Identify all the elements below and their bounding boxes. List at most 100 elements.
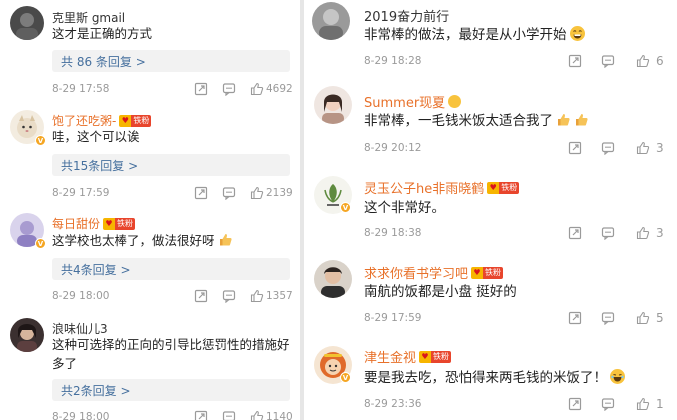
- comment-text-body: 非常棒，一毛钱米饭太适合我了: [364, 113, 553, 129]
- heart-icon: ♥: [103, 217, 116, 230]
- like-icon[interactable]: [250, 186, 264, 200]
- comment-text: 非常棒，一毛钱米饭太适合我了: [364, 112, 669, 131]
- thumbs-up-emoji: [576, 114, 588, 126]
- share-icon[interactable]: [194, 186, 208, 200]
- comment-icon[interactable]: [222, 410, 236, 420]
- like-icon[interactable]: [250, 82, 264, 96]
- comment-meta: 8-29 17:59 2139: [52, 186, 293, 200]
- comment-text: 南航的饭都是小盘 挺好的: [364, 284, 517, 300]
- comment-icon[interactable]: [601, 397, 615, 411]
- comment-meta: 8-29 17:59 5: [364, 311, 669, 325]
- timestamp: 8-29 18:38: [364, 227, 422, 239]
- comment-meta: 8-29 18:28 6: [364, 54, 669, 68]
- username[interactable]: 每日甜份 ♥ 铁粉: [52, 215, 136, 232]
- username[interactable]: 津生金视 ♥ 铁粉: [364, 347, 452, 366]
- comment-text-body: 这学校也太棒了，做法很好呀: [52, 233, 215, 248]
- like-count: 4692: [266, 83, 293, 95]
- avatar[interactable]: [314, 260, 352, 298]
- timestamp: 8-29 18:00: [52, 411, 110, 420]
- view-replies-link[interactable]: 共15条回复 >: [52, 154, 290, 176]
- share-icon[interactable]: [568, 54, 582, 68]
- view-replies-link[interactable]: 共 86 条回复 >: [52, 50, 290, 72]
- grin-emoji: [569, 26, 585, 41]
- comment-meta: 8-29 20:12 3: [364, 141, 669, 155]
- comment-text: 这个非常好。: [364, 200, 445, 216]
- like-count: 3: [656, 141, 664, 155]
- like-count: 1: [656, 397, 664, 411]
- heart-icon: ♥: [471, 266, 484, 279]
- fan-badge: ♥ 铁粉: [119, 114, 152, 127]
- comment-item: 克里斯 gmail 这才是正确的方式 共 86 条回复 > 8-29 17:58…: [0, 0, 300, 100]
- username[interactable]: 2019奋力前行: [364, 6, 449, 25]
- like-count: 3: [656, 226, 664, 240]
- like-icon[interactable]: [250, 410, 264, 420]
- username[interactable]: Summer现夏: [364, 92, 462, 111]
- like-count: 1357: [266, 290, 293, 302]
- comment-text: 这学校也太棒了，做法很好呀: [52, 231, 292, 250]
- share-icon[interactable]: [568, 141, 582, 155]
- comment-item: Summer现夏 非常棒，一毛钱米饭太适合我了 8-29 20:12 3: [304, 80, 677, 168]
- right-comment-column: 2019奋力前行 非常棒的做法，最好是从小学开始 8-29 18:28 6 Su…: [304, 0, 677, 420]
- avatar[interactable]: [10, 6, 44, 40]
- like-icon[interactable]: [636, 54, 650, 68]
- like-icon[interactable]: [636, 226, 650, 240]
- comment-text: 要是我去吃，恐怕得来两毛钱的米饭了！: [364, 369, 677, 388]
- timestamp: 8-29 23:36: [364, 398, 422, 410]
- timestamp: 8-29 17:58: [52, 83, 110, 95]
- smile-emoji: [448, 95, 462, 108]
- comment-text: 非常棒的做法，最好是从小学开始: [364, 26, 669, 45]
- timestamp: 8-29 17:59: [52, 187, 110, 199]
- heart-icon: ♥: [487, 181, 500, 194]
- share-icon[interactable]: [194, 82, 208, 96]
- comment-icon[interactable]: [601, 311, 615, 325]
- like-icon[interactable]: [250, 289, 264, 303]
- comment-item: V 津生金视 ♥ 铁粉 要是我去吃，恐怕得来两毛钱的米饭了！ 8-29 23:36…: [304, 340, 677, 420]
- comment-icon[interactable]: [222, 186, 236, 200]
- comment-text-body: 要是我去吃，恐怕得来两毛钱的米饭了！: [364, 370, 607, 386]
- avatar[interactable]: [312, 2, 350, 40]
- comment-text: 哇，这个可以诶: [52, 129, 140, 144]
- avatar[interactable]: [314, 86, 352, 124]
- username[interactable]: 灵玉公子he非雨晓鹤 ♥ 铁粉: [364, 178, 520, 197]
- comment-item: 2019奋力前行 非常棒的做法，最好是从小学开始 8-29 18:28 6: [304, 0, 677, 80]
- share-icon[interactable]: [568, 311, 582, 325]
- share-icon[interactable]: [568, 226, 582, 240]
- like-count: 6: [656, 54, 664, 68]
- comment-meta: 8-29 23:36 1: [364, 397, 669, 411]
- comment-icon[interactable]: [601, 54, 615, 68]
- comment-item: V 饱了还吃粥- ♥ 铁粉 哇，这个可以诶 共15条回复 > 8-29 17:59…: [0, 100, 300, 205]
- view-replies-link[interactable]: 共4条回复 >: [52, 258, 290, 280]
- share-icon[interactable]: [194, 410, 208, 420]
- like-icon[interactable]: [636, 141, 650, 155]
- avatar[interactable]: [10, 318, 44, 352]
- comment-meta: 8-29 17:58 4692: [52, 82, 293, 96]
- comment-item: 求求你看书学习吧 ♥ 铁粉 南航的饭都是小盘 挺好的 8-29 17:59 5: [304, 254, 677, 340]
- fan-badge: ♥ 铁粉: [419, 350, 452, 363]
- comment-icon[interactable]: [601, 226, 615, 240]
- comment-item: V 灵玉公子he非雨晓鹤 ♥ 铁粉 这个非常好。 8-29 18:38 3: [304, 168, 677, 254]
- laugh-emoji: [610, 369, 625, 384]
- like-count: 2139: [266, 187, 293, 199]
- like-icon[interactable]: [636, 397, 650, 411]
- vip-badge-icon: V: [35, 135, 46, 146]
- share-icon[interactable]: [194, 289, 208, 303]
- view-replies-link[interactable]: 共2条回复 >: [52, 379, 290, 401]
- comment-icon[interactable]: [601, 141, 615, 155]
- username[interactable]: 求求你看书学习吧 ♥ 铁粉: [364, 263, 504, 282]
- vip-badge-icon: V: [35, 238, 46, 249]
- thumbs-up-emoji: [219, 234, 232, 246]
- like-count: 1140: [266, 411, 293, 420]
- fan-badge: ♥ 铁粉: [487, 181, 520, 194]
- heart-icon: ♥: [119, 114, 132, 127]
- vip-badge-icon: V: [340, 202, 351, 213]
- comment-icon[interactable]: [222, 82, 236, 96]
- comment-icon[interactable]: [222, 289, 236, 303]
- fan-badge: ♥ 铁粉: [103, 217, 136, 230]
- like-icon[interactable]: [636, 311, 650, 325]
- thumbs-up-emoji: [558, 114, 570, 126]
- comment-meta: 8-29 18:00 1357: [52, 289, 293, 303]
- vip-badge-icon: V: [340, 372, 351, 383]
- comment-text: 这才是正确的方式: [52, 26, 153, 41]
- comment-item: V 每日甜份 ♥ 铁粉 这学校也太棒了，做法很好呀 共4条回复 > 8-29 18…: [0, 205, 300, 310]
- share-icon[interactable]: [568, 397, 582, 411]
